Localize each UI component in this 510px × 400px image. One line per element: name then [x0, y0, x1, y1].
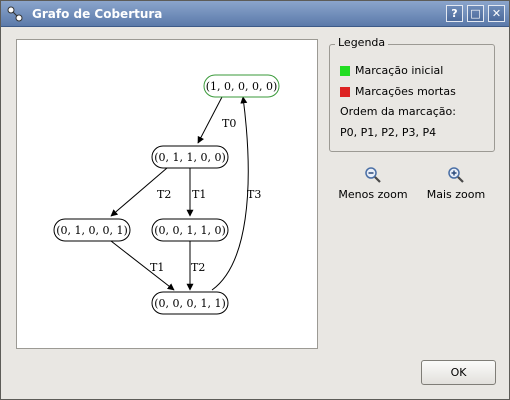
zoom-in-icon — [448, 167, 464, 183]
ok-button[interactable]: OK — [421, 360, 496, 385]
title-bar[interactable]: Grafo de Cobertura ? □ ✕ — [1, 1, 509, 27]
zoom-out-button[interactable]: Menos zoom — [334, 166, 412, 206]
svg-text:(0, 1, 1, 0, 0): (0, 1, 1, 0, 0) — [154, 151, 226, 164]
help-button[interactable]: ? — [446, 5, 463, 22]
edge-t0 — [197, 96, 223, 144]
maximize-button[interactable]: □ — [467, 5, 484, 22]
graph-canvas[interactable]: T0 T2 T1 T1 T2 T3 (1, 0, 0, 0, 0) (0, 1,… — [16, 39, 318, 349]
coverage-graph-dialog: Grafo de Cobertura ? □ ✕ T0 T2 T1 T1 T2 — [0, 0, 510, 400]
zoom-in-button[interactable]: Mais zoom — [417, 166, 495, 206]
edge-t1-lower — [110, 240, 175, 291]
coverage-graph: T0 T2 T1 T1 T2 T3 (1, 0, 0, 0, 0) (0, 1,… — [53, 74, 280, 315]
app-icon — [7, 6, 23, 22]
legend-dead-label: Marcações mortas — [355, 85, 456, 98]
svg-text:(0, 0, 0, 1, 1): (0, 0, 0, 1, 1) — [154, 297, 226, 310]
svg-text:(1, 0, 0, 0, 0): (1, 0, 0, 0, 0) — [206, 80, 278, 93]
window-title: Grafo de Cobertura — [32, 7, 163, 21]
zoom-out-icon — [365, 167, 381, 183]
legend-initial: Marcação inicial — [340, 64, 443, 77]
legend-dead: Marcações mortas — [340, 85, 456, 98]
order-value: P0, P1, P2, P3, P4 — [340, 126, 437, 139]
node-01001[interactable]: (0, 1, 0, 0, 1) — [53, 218, 131, 242]
zoom-out-label: Menos zoom — [338, 188, 408, 201]
close-button[interactable]: ✕ — [488, 5, 505, 22]
edge-label-t1-mid: T1 — [192, 188, 206, 201]
legend-initial-label: Marcação inicial — [355, 64, 444, 77]
edge-label-t0: T0 — [222, 117, 236, 130]
svg-text:(0, 1, 0, 0, 1): (0, 1, 0, 0, 1) — [56, 224, 128, 237]
node-initial[interactable]: (1, 0, 0, 0, 0) — [203, 74, 280, 98]
node-00011[interactable]: (0, 0, 0, 1, 1) — [151, 291, 229, 315]
edge-label-t2-lower: T2 — [191, 261, 205, 274]
initial-swatch — [340, 65, 350, 76]
edge-label-t1-lower: T1 — [150, 261, 164, 274]
dead-swatch — [340, 86, 350, 97]
svg-text:(0, 0, 1, 1, 0): (0, 0, 1, 1, 0) — [154, 224, 226, 237]
node-00110[interactable]: (0, 0, 1, 1, 0) — [151, 218, 229, 242]
edge-label-t3: T3 — [247, 188, 261, 201]
legend-title: Legenda — [335, 36, 389, 49]
node-01100[interactable]: (0, 1, 1, 0, 0) — [151, 145, 229, 169]
order-title: Ordem da marcação: — [340, 105, 456, 118]
edge-label-t2-left: T2 — [157, 188, 171, 201]
zoom-in-label: Mais zoom — [426, 188, 486, 201]
